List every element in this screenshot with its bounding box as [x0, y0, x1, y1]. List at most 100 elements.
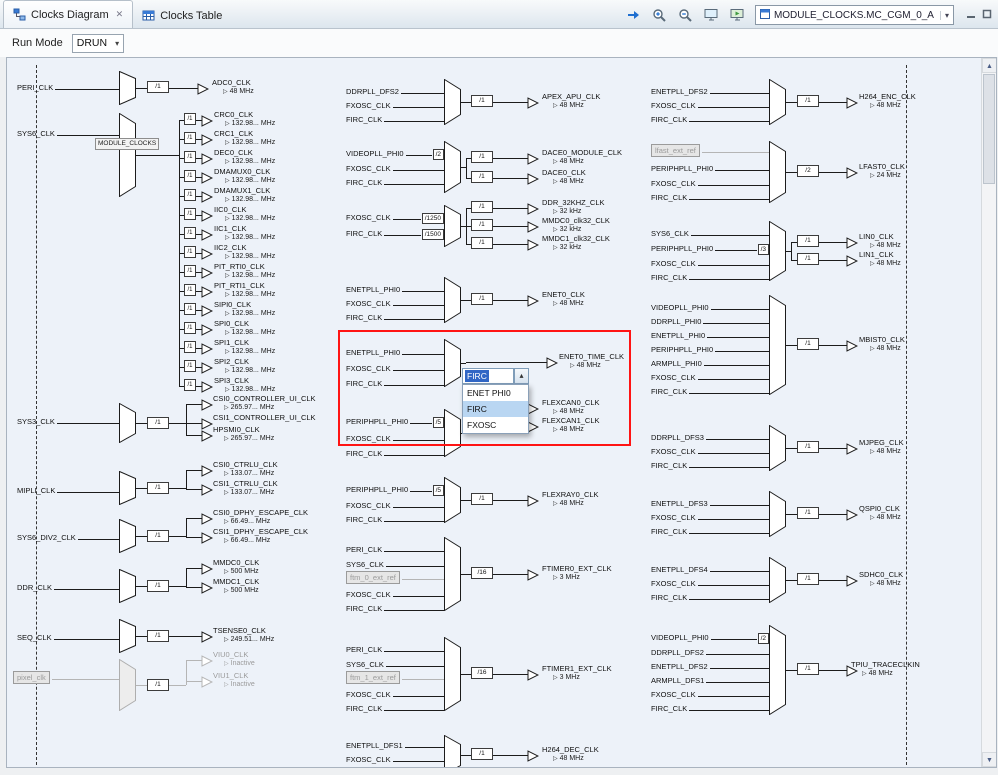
close-tab-icon[interactable]: ✕: [116, 9, 124, 20]
mux-icon[interactable]: [444, 734, 461, 767]
divider-box[interactable]: /1: [797, 663, 819, 675]
divider-box[interactable]: /16: [471, 567, 493, 579]
mux-icon[interactable]: [444, 476, 461, 528]
maximize-icon[interactable]: [982, 6, 992, 24]
divider-box[interactable]: /3: [757, 244, 769, 255]
divider-box[interactable]: /1: [184, 113, 196, 125]
clock-input: SYS6_CLK: [651, 227, 769, 238]
divider-box[interactable]: /1: [184, 170, 196, 182]
divider-box[interactable]: /1: [471, 95, 493, 107]
tab-clocks-table[interactable]: Clocks Table: [133, 3, 231, 28]
divider-box[interactable]: /1: [184, 284, 196, 296]
divider-box[interactable]: /2: [432, 149, 444, 160]
mux-icon[interactable]: [769, 624, 786, 720]
fit-to-screen-icon[interactable]: [703, 7, 721, 23]
divider-box[interactable]: /1: [147, 417, 169, 429]
divider-box[interactable]: /1: [471, 293, 493, 305]
clock-source-combo-field[interactable]: FIRC: [462, 368, 514, 384]
divider-box[interactable]: /2: [797, 165, 819, 177]
mux-icon[interactable]: [119, 658, 136, 716]
mux-icon[interactable]: [444, 276, 461, 328]
mux-icon[interactable]: [444, 536, 461, 616]
presentation-icon[interactable]: [729, 7, 747, 23]
divider-box[interactable]: /1: [471, 171, 493, 183]
divider-box[interactable]: /1: [184, 151, 196, 163]
mux-icon[interactable]: [444, 408, 461, 462]
divider-box[interactable]: /1: [184, 246, 196, 258]
vertical-scrollbar[interactable]: ▲ ▼: [981, 58, 996, 767]
scrollbar-thumb[interactable]: [983, 74, 995, 184]
mux-icon[interactable]: [769, 78, 786, 130]
mux-icon[interactable]: [444, 338, 461, 392]
run-mode-select[interactable]: DRUN ▾: [71, 33, 125, 53]
divider-box[interactable]: /1: [471, 237, 493, 249]
divider-box[interactable]: /1: [797, 95, 819, 107]
scroll-up-icon[interactable]: ▲: [982, 58, 996, 73]
zoom-out-icon[interactable]: [677, 7, 695, 23]
scroll-down-icon[interactable]: ▼: [982, 752, 996, 767]
mux-icon[interactable]: [119, 70, 136, 110]
divider-box[interactable]: /1: [147, 630, 169, 642]
divider-box[interactable]: /1: [184, 341, 196, 353]
divider-box[interactable]: /1: [184, 322, 196, 334]
mux-icon[interactable]: [444, 140, 461, 198]
divider-box[interactable]: /1: [797, 507, 819, 519]
mux-icon[interactable]: [769, 490, 786, 542]
divider-box[interactable]: /1: [184, 189, 196, 201]
mux-icon[interactable]: [769, 140, 786, 208]
mux-icon[interactable]: [119, 618, 136, 658]
divider-box[interactable]: /1: [471, 748, 493, 760]
mux-icon[interactable]: [119, 518, 136, 558]
dropdown-option[interactable]: FXOSC: [463, 417, 528, 433]
divider-box[interactable]: /1: [471, 201, 493, 213]
divider-box[interactable]: /1: [184, 360, 196, 372]
divider-box[interactable]: /1: [797, 338, 819, 350]
mux-icon[interactable]: [769, 556, 786, 608]
divider-box[interactable]: /1: [797, 441, 819, 453]
divider-box[interactable]: /1: [184, 265, 196, 277]
clocks-diagram-canvas[interactable]: PERI_CLK/1 ADC0_CLK ▷ 48 MHz SYS6_CLK/1 CRC0_…: [6, 57, 997, 768]
divider-box[interactable]: /1: [471, 493, 493, 505]
divider-box[interactable]: /1: [184, 379, 196, 391]
divider-box[interactable]: /1: [147, 81, 169, 93]
divider-box[interactable]: /5: [432, 485, 444, 496]
mux-icon[interactable]: [769, 220, 786, 286]
forward-arrow-icon[interactable]: [625, 7, 643, 23]
chevron-down-icon[interactable]: ▾: [115, 39, 119, 48]
divider-box[interactable]: /1: [184, 132, 196, 144]
divider-box[interactable]: /1: [471, 151, 493, 163]
divider-box[interactable]: /2: [757, 633, 769, 644]
divider-box[interactable]: /1: [147, 482, 169, 494]
divider-box[interactable]: /1: [184, 303, 196, 315]
zoom-in-icon[interactable]: [651, 7, 669, 23]
tab-clocks-diagram[interactable]: Clocks Diagram ✕: [3, 0, 134, 28]
divider-box[interactable]: /1: [147, 580, 169, 592]
divider-box[interactable]: /1: [471, 219, 493, 231]
divider-box[interactable]: /1: [184, 227, 196, 239]
chevron-down-icon[interactable]: ▾: [939, 10, 951, 20]
mux-icon[interactable]: [444, 78, 461, 130]
divider-box[interactable]: /1: [147, 679, 169, 691]
divider-box[interactable]: /1: [797, 573, 819, 585]
divider-box[interactable]: /5: [432, 417, 444, 428]
divider-box[interactable]: /1: [797, 253, 819, 265]
mux-icon[interactable]: [444, 636, 461, 716]
divider-box[interactable]: /16: [471, 667, 493, 679]
mux-icon[interactable]: [444, 204, 461, 252]
divider-box[interactable]: /1250: [421, 213, 444, 224]
mux-icon[interactable]: [119, 470, 136, 510]
divider-box[interactable]: /1500: [421, 229, 444, 240]
combo-collapse-button[interactable]: ▴: [514, 368, 529, 384]
divider-box[interactable]: /1: [184, 208, 196, 220]
dropdown-option[interactable]: FIRC: [463, 401, 528, 417]
mux-icon[interactable]: [119, 112, 136, 202]
mux-icon[interactable]: [119, 568, 136, 608]
minimize-icon[interactable]: [966, 6, 976, 24]
mux-icon[interactable]: [769, 294, 786, 400]
mux-icon[interactable]: [119, 402, 136, 448]
divider-box[interactable]: /1: [797, 235, 819, 247]
dropdown-option[interactable]: ENET PHI0: [463, 385, 528, 401]
divider-box[interactable]: /1: [147, 530, 169, 542]
module-clocks-select[interactable]: MODULE_CLOCKS.MC_CGM_0_A ▾: [754, 5, 954, 25]
mux-icon[interactable]: [769, 424, 786, 476]
